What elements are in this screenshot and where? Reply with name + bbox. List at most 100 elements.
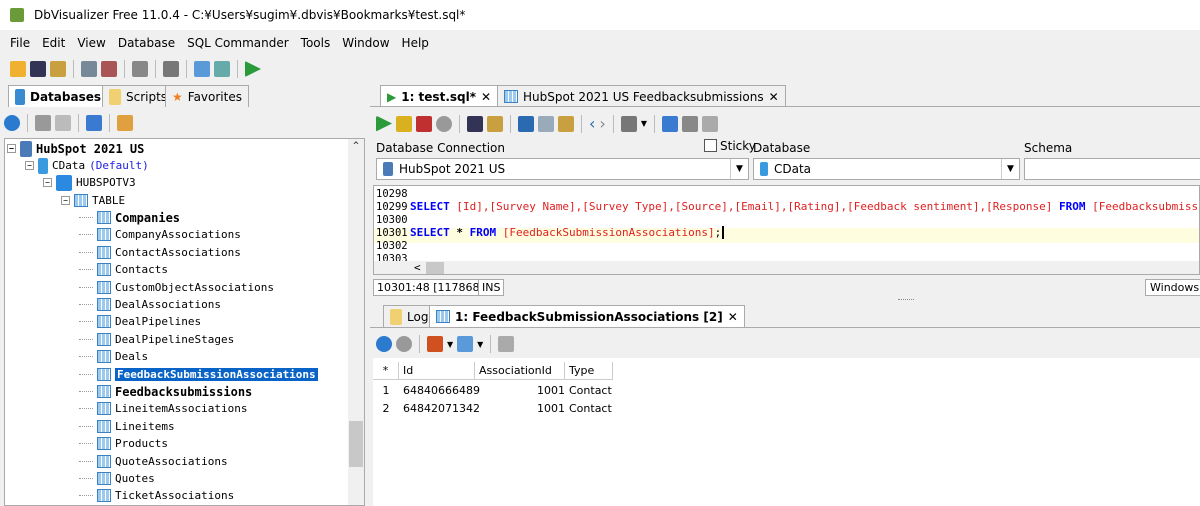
paste-icon[interactable] <box>558 115 574 132</box>
menu-view[interactable]: View <box>71 36 111 50</box>
connect-icon[interactable] <box>81 61 97 77</box>
tree-node-table[interactable]: FeedbackSubmissionAssociations <box>79 366 318 383</box>
menu-file[interactable]: File <box>4 36 36 50</box>
tab-favorites[interactable]: ★ Favorites <box>165 85 249 107</box>
layout2-icon[interactable] <box>681 115 698 132</box>
collapse-icon[interactable]: − <box>7 144 16 153</box>
layout3-icon[interactable] <box>701 115 718 132</box>
tools-icon[interactable] <box>163 61 179 77</box>
scrollbar-thumb[interactable] <box>426 262 444 274</box>
tab-databases[interactable]: Databases <box>8 85 109 107</box>
menu-window[interactable]: Window <box>336 36 395 50</box>
grid-cell[interactable]: 1001 <box>475 399 565 417</box>
menu-edit[interactable]: Edit <box>36 36 71 50</box>
tree-node-table-folder[interactable]: − TABLE <box>61 192 125 209</box>
grid-cell[interactable]: 1001 <box>475 381 565 399</box>
close-icon[interactable]: ✕ <box>769 90 779 104</box>
menu-help[interactable]: Help <box>396 36 435 50</box>
filter-icon[interactable] <box>117 115 133 131</box>
db-connection-select[interactable]: HubSpot 2021 US ▼ <box>376 158 749 180</box>
tab-result[interactable]: 1: FeedbackSubmissionAssociations [2] ✕ <box>429 305 745 327</box>
schema-select[interactable] <box>1024 158 1200 180</box>
dropdown-icon[interactable]: ▼ <box>447 340 453 349</box>
tree-node-table[interactable]: Contacts <box>79 261 168 278</box>
open-icon[interactable] <box>10 61 26 77</box>
cut-icon[interactable] <box>518 115 534 132</box>
tree-scrollbar[interactable]: ^ <box>348 139 364 505</box>
dropdown-icon[interactable]: ▼ <box>477 340 483 349</box>
column-header-associationid[interactable]: AssociationId <box>475 362 565 380</box>
grid-cell[interactable]: Contact <box>565 381 613 399</box>
collapse-icon[interactable] <box>86 115 102 131</box>
tree-node-table[interactable]: Products <box>79 435 168 452</box>
execute-icon[interactable] <box>376 115 392 132</box>
layout-icon[interactable] <box>661 115 678 132</box>
dropdown-icon[interactable]: ▼ <box>641 119 647 128</box>
grid-cell[interactable]: 64842071342 <box>399 399 480 417</box>
scrollbar-thumb[interactable] <box>349 421 363 467</box>
remove-icon[interactable] <box>55 115 71 131</box>
tree-node-table[interactable]: CustomObjectAssociations <box>79 279 274 296</box>
save-icon[interactable] <box>467 115 483 132</box>
tree-node-table[interactable]: DealPipelines <box>79 313 201 330</box>
copy-icon[interactable] <box>538 115 554 132</box>
tree-node-table[interactable]: Companies <box>79 209 180 226</box>
grid-view-icon[interactable] <box>457 336 474 352</box>
tree-node-table[interactable]: Feedbacksubmissions <box>79 383 252 400</box>
save-as-icon[interactable] <box>487 115 503 132</box>
refresh-icon[interactable] <box>4 115 20 131</box>
collapse-icon[interactable]: − <box>25 161 34 170</box>
line-ending-button[interactable]: Windows <box>1145 279 1200 296</box>
tree-node-table[interactable]: Quotes <box>79 470 155 487</box>
grid-cell[interactable]: 64840666489 <box>399 381 480 399</box>
execute-icon[interactable] <box>245 61 261 77</box>
stop-icon[interactable] <box>436 115 452 132</box>
form-view-icon[interactable] <box>498 336 515 352</box>
sql-editor[interactable]: 10298 10299 10300 10301 10302 10303 SELE… <box>373 185 1200 275</box>
sticky-checkbox[interactable] <box>704 139 717 152</box>
tree-node-table[interactable]: Deals <box>79 348 148 365</box>
refresh-icon[interactable] <box>376 336 392 352</box>
save-as-icon[interactable] <box>50 61 66 77</box>
tree-node-schema[interactable]: − HUBSPOTV3 <box>43 174 136 191</box>
forward-icon[interactable]: › <box>599 114 605 133</box>
table-icon[interactable] <box>194 61 210 77</box>
tree-node-table[interactable]: CompanyAssociations <box>79 226 241 243</box>
horizontal-scrollbar[interactable]: < <box>374 261 1199 274</box>
grid-cell[interactable]: 1 <box>373 381 399 399</box>
tab-feedbacksubmissions[interactable]: HubSpot 2021 US Feedbacksubmissions ✕ <box>497 85 786 107</box>
export-icon[interactable] <box>427 336 443 352</box>
grid-cell[interactable]: Contact <box>565 399 613 417</box>
close-icon[interactable]: ✕ <box>728 310 738 324</box>
back-icon[interactable]: ‹ <box>589 114 595 133</box>
menu-database[interactable]: Database <box>112 36 181 50</box>
tree-node-table[interactable]: Lineitems <box>79 418 175 435</box>
stop-icon[interactable] <box>396 336 412 352</box>
execute-current-icon[interactable] <box>396 115 412 132</box>
chevron-down-icon[interactable]: ▼ <box>1001 159 1019 179</box>
column-header-id[interactable]: Id <box>399 362 475 380</box>
tree-node-table[interactable]: QuoteAssociations <box>79 453 228 470</box>
chevron-down-icon[interactable]: ▼ <box>730 159 748 179</box>
tree-node-catalog[interactable]: − CData (Default) <box>25 157 149 174</box>
menu-sql-commander[interactable]: SQL Commander <box>181 36 295 50</box>
save-icon[interactable] <box>30 61 46 77</box>
menu-tools[interactable]: Tools <box>295 36 337 50</box>
tree-node-table[interactable]: DealPipelineStages <box>79 331 234 348</box>
tree-node-table[interactable]: DealAssociations <box>79 296 221 313</box>
monitor-icon[interactable] <box>214 61 230 77</box>
tab-test-sql[interactable]: ▶ 1: test.sql* ✕ <box>380 85 499 107</box>
new-icon[interactable] <box>35 115 51 131</box>
properties-icon[interactable] <box>132 61 148 77</box>
column-header-type[interactable]: Type <box>565 362 613 380</box>
collapse-icon[interactable]: − <box>61 196 70 205</box>
tree-node-connection[interactable]: − HubSpot 2021 US <box>7 140 144 157</box>
tree-node-table[interactable]: LineitemAssociations <box>79 400 247 417</box>
splitter-handle[interactable] <box>898 299 914 301</box>
collapse-icon[interactable]: − <box>43 178 52 187</box>
database-select[interactable]: CData ▼ <box>753 158 1020 180</box>
tree-node-table[interactable]: TicketAssociations <box>79 487 234 504</box>
tree-node-table[interactable]: ContactAssociations <box>79 244 241 261</box>
disconnect-icon[interactable] <box>101 61 117 77</box>
tools-icon[interactable] <box>620 115 637 132</box>
